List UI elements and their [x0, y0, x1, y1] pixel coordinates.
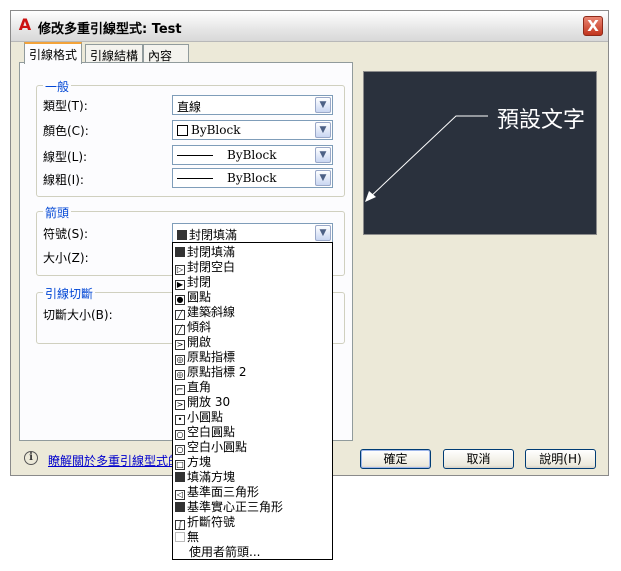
tab-content[interactable]: 內容 [143, 44, 189, 63]
size-label: 大小(Z): [43, 251, 89, 265]
lineweight-label: 線粗(I): [43, 173, 84, 187]
dropdown-item[interactable]: ◎ 原點指標 [175, 350, 330, 365]
integral-icon: ∫ [175, 520, 185, 530]
origin-indicator-2-icon: ◎ [175, 370, 185, 380]
dot-small-blank-icon: ○ [175, 445, 185, 455]
small-dot-icon: • [175, 415, 185, 425]
dropdown-item[interactable]: 基準實心正三角形 [175, 500, 330, 515]
general-legend: 一般 [43, 78, 72, 95]
chevron-down-icon[interactable]: ▼ [315, 170, 331, 186]
datum-triangle-icon: ◁ [175, 490, 185, 500]
dropdown-item[interactable]: ◎ 原點指標 2 [175, 365, 330, 380]
cancel-button[interactable]: 取消 [443, 449, 514, 469]
dropdown-item[interactable]: ╱ 建築斜線 [175, 305, 330, 320]
ok-button[interactable]: 確定 [360, 449, 431, 469]
chevron-down-icon[interactable]: ▼ [315, 122, 331, 138]
tab-leader-structure[interactable]: 引線結構 [85, 44, 144, 63]
dropdown-item[interactable]: 封閉填滿 [175, 245, 330, 260]
type-combo[interactable]: 直線 ▼ [172, 95, 333, 115]
color-label: 顏色(C): [43, 124, 89, 138]
dot-blank-icon: ○ [175, 430, 185, 440]
dropdown-item[interactable]: 填滿方塊 [175, 470, 330, 485]
linetype-value: ByBlock [227, 148, 277, 162]
none-icon [175, 532, 185, 542]
dropdown-item[interactable]: ● 圓點 [175, 290, 330, 305]
close-button[interactable]: X [583, 16, 603, 36]
leader-preview-graphic [365, 115, 488, 202]
color-combo[interactable]: ByBlock ▼ [172, 120, 333, 140]
help-link[interactable]: 瞭解關於多重引線型式的 [48, 452, 172, 469]
arrowhead-dropdown-list[interactable]: 封閉填滿 ▷ 封閉空白 ▶ 封閉 ● 圓點 ╱ 建築斜線 ╱ 傾斜 > 開啟 ◎ 原點指標 ◎… [172, 242, 333, 560]
dropdown-item[interactable]: > 開放 30 [175, 395, 330, 410]
open-30-icon: > [175, 400, 185, 410]
linetype-label: 線型(L): [43, 150, 88, 164]
line-sample-icon [177, 155, 213, 156]
dropdown-item[interactable]: > 開啟 [175, 335, 330, 350]
dropdown-item[interactable]: ▶ 封閉 [175, 275, 330, 290]
dropdown-item[interactable]: ○ 空白小圓點 [175, 440, 330, 455]
dialog-title: 修改多重引線型式: Test [38, 22, 182, 37]
dropdown-item[interactable]: • 小圓點 [175, 410, 330, 425]
arrowhead-legend: 箭頭 [43, 204, 72, 221]
closed-filled-arrow-icon [175, 247, 185, 257]
box-filled-icon [175, 472, 185, 482]
line-sample-icon [177, 178, 213, 179]
dot-arrow-icon: ● [175, 295, 185, 305]
linetype-combo[interactable]: ByBlock ▼ [172, 145, 333, 165]
type-label: 類型(T): [43, 99, 88, 113]
symbol-combo[interactable]: 封閉填滿 ▼ [172, 223, 333, 243]
chevron-down-icon[interactable]: ▼ [315, 225, 331, 241]
symbol-label: 符號(S): [43, 227, 89, 241]
type-value: 直線 [177, 100, 202, 114]
architectural-tick-icon: ╱ [175, 310, 185, 320]
dropdown-item[interactable]: 無 [175, 530, 330, 545]
symbol-value: 封閉填滿 [189, 228, 238, 242]
dropdown-item[interactable]: ∫ 折斷符號 [175, 515, 330, 530]
dropdown-item[interactable]: ○ 空白圓點 [175, 425, 330, 440]
preview-text: 預設文字 [497, 108, 586, 133]
dropdown-item[interactable]: ▷ 封閉空白 [175, 260, 330, 275]
dropdown-item[interactable]: ◁ 基準面三角形 [175, 485, 330, 500]
color-value: ByBlock [191, 123, 241, 137]
dropdown-item[interactable]: □ 方塊 [175, 455, 330, 470]
autocad-logo-icon: A [18, 15, 32, 34]
dropdown-item[interactable]: 使用者箭頭... [175, 545, 344, 560]
dropdown-item[interactable]: ╱ 傾斜 [175, 320, 330, 335]
title-bar[interactable]: A 修改多重引線型式: Test X [11, 11, 608, 42]
leader-break-legend: 引線切斷 [43, 285, 96, 302]
closed-filled-arrow-icon [177, 230, 187, 240]
closed-blank-arrow-icon: ▷ [175, 265, 185, 275]
info-icon: i [24, 451, 38, 465]
origin-indicator-icon: ◎ [175, 355, 185, 365]
help-button[interactable]: 說明(H) [525, 449, 596, 469]
datum-triangle-filled-icon [175, 502, 185, 512]
lineweight-combo[interactable]: ByBlock ▼ [172, 168, 333, 188]
break-size-label: 切斷大小(B): [43, 308, 113, 322]
chevron-down-icon[interactable]: ▼ [315, 147, 331, 163]
color-swatch-icon [177, 125, 188, 136]
closed-arrow-icon: ▶ [175, 280, 185, 290]
box-icon: □ [175, 460, 185, 470]
lineweight-value: ByBlock [227, 171, 277, 185]
right-angle-icon: ⌐ [175, 385, 185, 395]
oblique-arrow-icon: ╱ [175, 325, 185, 335]
chevron-down-icon[interactable]: ▼ [315, 97, 331, 113]
dropdown-item[interactable]: ⌐ 直角 [175, 380, 330, 395]
tab-leader-format[interactable]: 引線格式 [24, 42, 83, 64]
open-arrow-icon: > [175, 340, 185, 350]
